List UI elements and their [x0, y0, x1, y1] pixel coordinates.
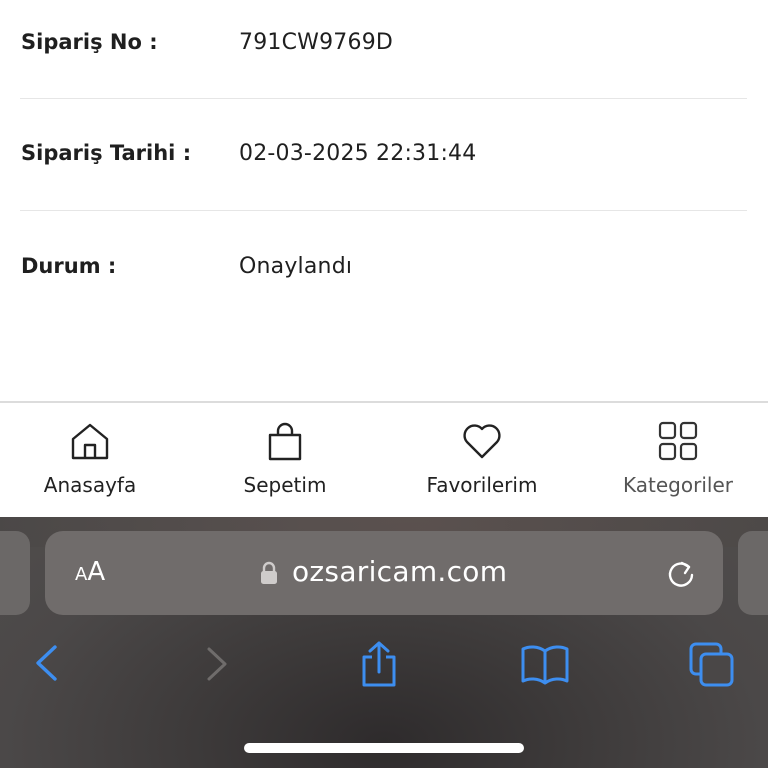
aa-large-letter: A [87, 557, 106, 587]
order-number-row: Sipariş No : 791CW9769D [20, 0, 747, 99]
page-settings-button[interactable]: AA [75, 557, 105, 590]
home-indicator[interactable] [244, 743, 524, 753]
shopping-bag-icon [268, 422, 302, 461]
nav-label-categories: Kategoriler [623, 473, 733, 497]
lock-icon [261, 561, 277, 584]
back-icon[interactable] [24, 641, 72, 689]
nav-label-cart: Sepetim [243, 473, 327, 497]
nav-label-home: Anasayfa [43, 473, 137, 497]
order-status-row: Durum : Onaylandı [20, 211, 747, 323]
url-domain[interactable]: ozsaricam.com [292, 555, 507, 588]
order-date-row: Sipariş Tarihi : 02-03-2025 22:31:44 [20, 99, 747, 211]
previous-tab-edge[interactable] [0, 531, 30, 615]
order-status-label: Durum : [21, 254, 117, 278]
order-status-value: Onaylandı [239, 254, 353, 279]
nav-label-favorites: Favorilerim [426, 473, 538, 497]
order-details: Sipariş No : 791CW9769D Sipariş Tarihi :… [0, 0, 768, 402]
bottom-navigation: Anasayfa Sepetim Favorilerim Kategoriler [0, 401, 768, 517]
order-number-label: Sipariş No : [21, 30, 158, 54]
nav-item-favorites[interactable]: Favorilerim [397, 421, 567, 511]
tabs-icon[interactable] [688, 641, 736, 689]
order-date-value: 02-03-2025 22:31:44 [239, 141, 477, 166]
home-icon [71, 423, 109, 460]
forward-icon[interactable] [193, 641, 241, 689]
heart-icon [463, 424, 501, 459]
browser-chrome: AA ozsaricam.com [0, 517, 768, 768]
next-tab-edge[interactable] [738, 531, 768, 615]
order-number-value: 791CW9769D [239, 30, 394, 55]
grid-icon [658, 421, 698, 461]
nav-item-home[interactable]: Anasayfa [5, 421, 175, 511]
aa-small-letter: A [75, 564, 88, 585]
reload-icon[interactable] [665, 558, 697, 590]
order-date-label: Sipariş Tarihi : [21, 141, 192, 165]
address-bar[interactable]: AA ozsaricam.com [45, 531, 723, 615]
nav-item-categories[interactable]: Kategoriler [593, 421, 763, 511]
bookmarks-icon[interactable] [521, 641, 569, 689]
nav-item-cart[interactable]: Sepetim [200, 421, 370, 511]
share-icon[interactable] [355, 641, 403, 689]
